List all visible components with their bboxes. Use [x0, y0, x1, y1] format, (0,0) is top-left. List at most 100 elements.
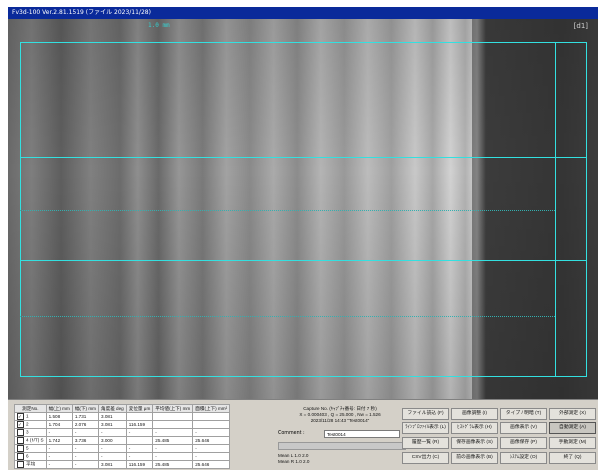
- line-profile-button[interactable]: ﾗｲﾝﾌﾟﾛﾌｧｲﾙ表示 (L): [402, 422, 449, 434]
- image-save-button[interactable]: 画像保存 (P): [500, 437, 547, 449]
- column-header: 幅(上) mm: [45, 404, 73, 413]
- table-cell: -: [71, 428, 100, 437]
- row-label: 3: [26, 429, 29, 435]
- table-cell: [125, 412, 154, 421]
- table-cell: 1.508: [45, 412, 73, 421]
- table-cell: -: [45, 452, 73, 461]
- table-cell: 3.000: [98, 436, 127, 445]
- external-measure-button[interactable]: 外部測定 (X): [549, 408, 596, 420]
- csv-export-button[interactable]: CSV出力 (C): [402, 452, 449, 464]
- row-checkbox[interactable]: [17, 461, 24, 468]
- roi-line-upper[interactable]: [20, 157, 587, 158]
- row-label: 平均: [26, 461, 36, 467]
- row-checkbox[interactable]: [17, 445, 24, 452]
- image-adjust-button[interactable]: 画像調整 (I): [451, 408, 498, 420]
- exit-button[interactable]: 終了 (Q): [549, 452, 596, 464]
- table-cell: -: [71, 452, 100, 461]
- table-row: 4 (ﾄ/T) S 1.742 3.736 3.000 25.485 25.64…: [14, 436, 231, 445]
- table-cell: [125, 436, 154, 445]
- table-cell: 116.159: [125, 420, 154, 429]
- roi-guide-2: [20, 316, 555, 317]
- roi-line-lower[interactable]: [20, 260, 587, 261]
- row-checkbox[interactable]: [17, 437, 24, 444]
- row-label-cell: 平均: [14, 460, 47, 469]
- table-row: 平均 - - 3.081 116.159 25.485 25.646: [14, 460, 231, 469]
- comment-input[interactable]: [324, 430, 400, 438]
- scale-readout: 1.0 mm: [148, 22, 170, 29]
- row-checkbox[interactable]: ✓: [17, 421, 24, 428]
- row-label-cell: ✓ 2: [14, 420, 47, 429]
- row-label-cell: 6: [14, 452, 47, 461]
- row-label: 6: [26, 453, 29, 459]
- table-cell: -: [192, 444, 231, 453]
- column-header: 面積(上下) mm²: [192, 404, 231, 413]
- row-label: 5: [26, 445, 29, 451]
- table-cell: 1.704: [45, 420, 73, 429]
- auto-measure-button[interactable]: 自動測定 (A): [549, 422, 596, 434]
- control-panel: 測定No. 幅(上) mm 幅(下) mm 角度差 deg 変位量 μm 平均値…: [8, 399, 598, 470]
- table-cell: -: [152, 452, 194, 461]
- column-header: 平均値(上下) mm: [152, 404, 194, 413]
- image-display-button[interactable]: 画像表示 (V): [500, 422, 547, 434]
- table-cell: -: [192, 452, 231, 461]
- comment-row: Comment :: [278, 430, 406, 440]
- table-cell: -: [45, 460, 73, 469]
- table-cell: -: [98, 452, 127, 461]
- column-header: 変位量 μm: [125, 404, 154, 413]
- histogram-button[interactable]: ﾋｽﾄｸﾞﾗﾑ表示 (H): [451, 422, 498, 434]
- table-cell: 25.485: [152, 460, 194, 469]
- table-row: 6 - - - - - -: [14, 452, 231, 461]
- table-cell: -: [152, 428, 194, 437]
- image-viewer[interactable]: 1.0 mm [d1]: [8, 19, 598, 399]
- comment-label: Comment :: [278, 431, 305, 436]
- table-cell: 1.742: [45, 436, 73, 445]
- mean-readout-line: Mean R 1.0 2.0: [278, 459, 310, 464]
- table-cell: -: [152, 444, 194, 453]
- window-title: Fv3d-100 Ver.2.81.1519 (ファイル 2023/11/28): [12, 9, 151, 16]
- type-brightness-button[interactable]: タイプ / 明暗 (T): [500, 408, 547, 420]
- capture-info-line: 2023/11/28 14:43 "Test0014": [310, 418, 370, 423]
- table-cell: -: [98, 444, 127, 453]
- table-cell: 3.081: [98, 460, 127, 469]
- file-load-button[interactable]: ファイル読込 (F): [402, 408, 449, 420]
- table-cell: [152, 420, 194, 429]
- table-cell: -: [71, 460, 100, 469]
- title-bar: Fv3d-100 Ver.2.81.1519 (ファイル 2023/11/28): [8, 7, 598, 19]
- table-cell: -: [45, 444, 73, 453]
- system-settings-button[interactable]: ｼｽﾃﾑ設定 (O): [500, 452, 547, 464]
- row-checkbox[interactable]: [17, 429, 24, 436]
- row-label: 2: [26, 421, 29, 427]
- table-cell: -: [192, 428, 231, 437]
- table-cell: -: [98, 428, 127, 437]
- roi-guide-1: [20, 210, 555, 211]
- table-cell: 3.736: [71, 436, 100, 445]
- column-header: 角度差 deg: [98, 404, 127, 413]
- table-row: 5 - - - - - -: [14, 444, 231, 453]
- table-cell: [192, 412, 231, 421]
- row-label-cell: ✓ 1: [14, 412, 47, 421]
- table-cell: -: [45, 428, 73, 437]
- table-cell: 3.081: [98, 420, 127, 429]
- manual-measure-button[interactable]: 手動測定 (M): [549, 437, 596, 449]
- row-label: 4 (ﾄ/T) S: [26, 437, 44, 443]
- roi-right-edge[interactable]: [555, 42, 556, 377]
- table-row: ✓ 2 1.704 2.076 3.081 116.159: [14, 420, 231, 429]
- app-window: Fv3d-100 Ver.2.81.1519 (ファイル 2023/11/28): [0, 0, 603, 473]
- table-row: ✓ 1 1.508 1.731 3.081: [14, 412, 231, 421]
- history-list-button[interactable]: 履歴一覧 (R): [402, 437, 449, 449]
- column-header: 幅(下) mm: [71, 404, 100, 413]
- measurement-table: 測定No. 幅(上) mm 幅(下) mm 角度差 deg 変位量 μm 平均値…: [14, 404, 231, 469]
- corner-readout: [d1]: [573, 22, 588, 30]
- table-cell: 25.485: [152, 436, 194, 445]
- table-cell: 3.081: [98, 412, 127, 421]
- table-row: 3 - - - - - -: [14, 428, 231, 437]
- row-label-cell: 5: [14, 444, 47, 453]
- capture-info: Capture No. (ｷｬﾌﾟﾁｬ番号: 日付 7 秒) X = 0.000…: [280, 406, 400, 424]
- table-cell: 2.076: [71, 420, 100, 429]
- frame-slider[interactable]: [278, 442, 406, 450]
- saved-image-button[interactable]: 保存画像表示 (S): [451, 437, 498, 449]
- previous-image-button[interactable]: 前の画像表示 (B): [451, 452, 498, 464]
- table-cell: -: [71, 444, 100, 453]
- row-checkbox[interactable]: ✓: [17, 413, 24, 420]
- row-checkbox[interactable]: [17, 453, 24, 460]
